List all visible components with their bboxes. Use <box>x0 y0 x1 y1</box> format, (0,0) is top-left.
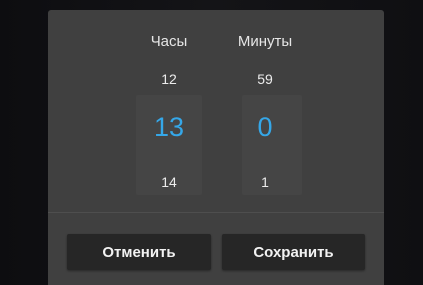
hours-picker[interactable]: Часы 12 13 14 <box>136 10 202 210</box>
hours-next-value[interactable]: 14 <box>136 174 202 190</box>
minutes-next-value[interactable]: 1 <box>228 174 302 190</box>
cancel-button[interactable]: Отменить <box>67 234 211 270</box>
hours-previous-value[interactable]: 12 <box>136 71 202 87</box>
minutes-label: Минуты <box>237 33 293 50</box>
minutes-previous-value[interactable]: 59 <box>228 71 302 87</box>
hours-label: Часы <box>150 33 188 50</box>
screen: Часы 12 13 14 Минуты 59 0 1 Отменить Сох… <box>0 0 423 285</box>
minutes-picker[interactable]: Минуты 59 0 1 <box>228 10 302 210</box>
minutes-selected-value[interactable]: 0 <box>228 112 302 143</box>
hours-selected-value[interactable]: 13 <box>136 112 202 143</box>
dialog-divider <box>48 212 384 213</box>
save-button[interactable]: Сохранить <box>222 234 365 270</box>
time-picker: Часы 12 13 14 Минуты 59 0 1 <box>48 10 384 210</box>
time-picker-dialog: Часы 12 13 14 Минуты 59 0 1 Отменить Сох… <box>48 10 384 285</box>
